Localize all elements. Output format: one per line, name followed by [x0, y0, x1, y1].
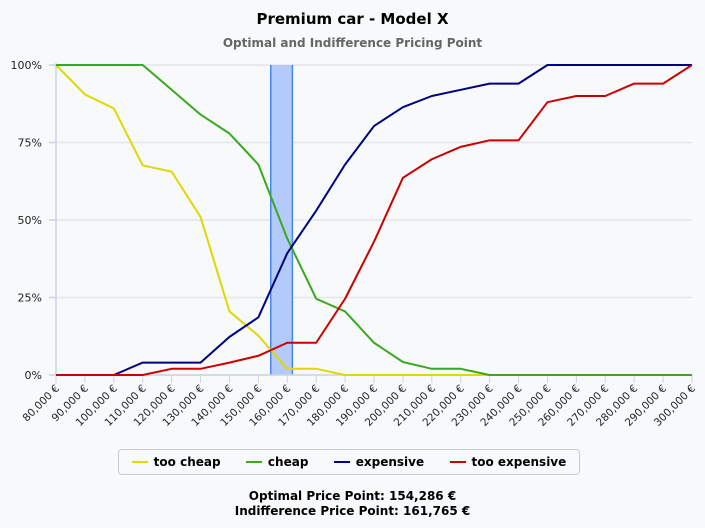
- indifference-price-point: Indifference Price Point: 161,765 €: [234, 504, 471, 518]
- legend: too cheap cheap expensive too expensive: [118, 449, 580, 475]
- legend-label-too-cheap: too cheap: [153, 455, 221, 469]
- legend-label-cheap: cheap: [267, 455, 309, 469]
- legend-swatch-too-expensive: [449, 461, 466, 463]
- legend-item-expensive[interactable]: expensive: [333, 455, 425, 469]
- x-tick-labels: 80,000 €90,000 €100,000 €110,000 €120,00…: [21, 383, 699, 429]
- chart-plot: 0% 25% 50% 75% 100% 80,000 €90,000 €100,000 …: [11, 59, 699, 429]
- grid-lines: [50, 64, 692, 376]
- legend-item-too-expensive[interactable]: too expensive: [449, 455, 567, 469]
- legend-item-too-cheap[interactable]: too cheap: [131, 455, 221, 469]
- optimal-price-point: Optimal Price Point: 154,286 €: [248, 489, 457, 503]
- legend-label-expensive: expensive: [355, 455, 425, 469]
- y-tick-label: 50%: [18, 214, 42, 227]
- legend-item-cheap[interactable]: cheap: [245, 455, 309, 469]
- y-tick-labels: 0% 25% 50% 75% 100%: [11, 59, 42, 382]
- price-band: [270, 65, 294, 375]
- y-tick-label: 0%: [25, 369, 42, 382]
- axes: [49, 63, 693, 383]
- legend-label-too-expensive: too expensive: [471, 455, 567, 469]
- legend-swatch-expensive: [333, 461, 350, 463]
- y-tick-label: 75%: [18, 137, 42, 150]
- y-tick-label: 100%: [11, 59, 42, 72]
- legend-swatch-cheap: [245, 461, 262, 463]
- price-band-fill: [270, 65, 293, 375]
- y-tick-label: 25%: [18, 292, 42, 305]
- legend-swatch-too-cheap: [131, 461, 148, 463]
